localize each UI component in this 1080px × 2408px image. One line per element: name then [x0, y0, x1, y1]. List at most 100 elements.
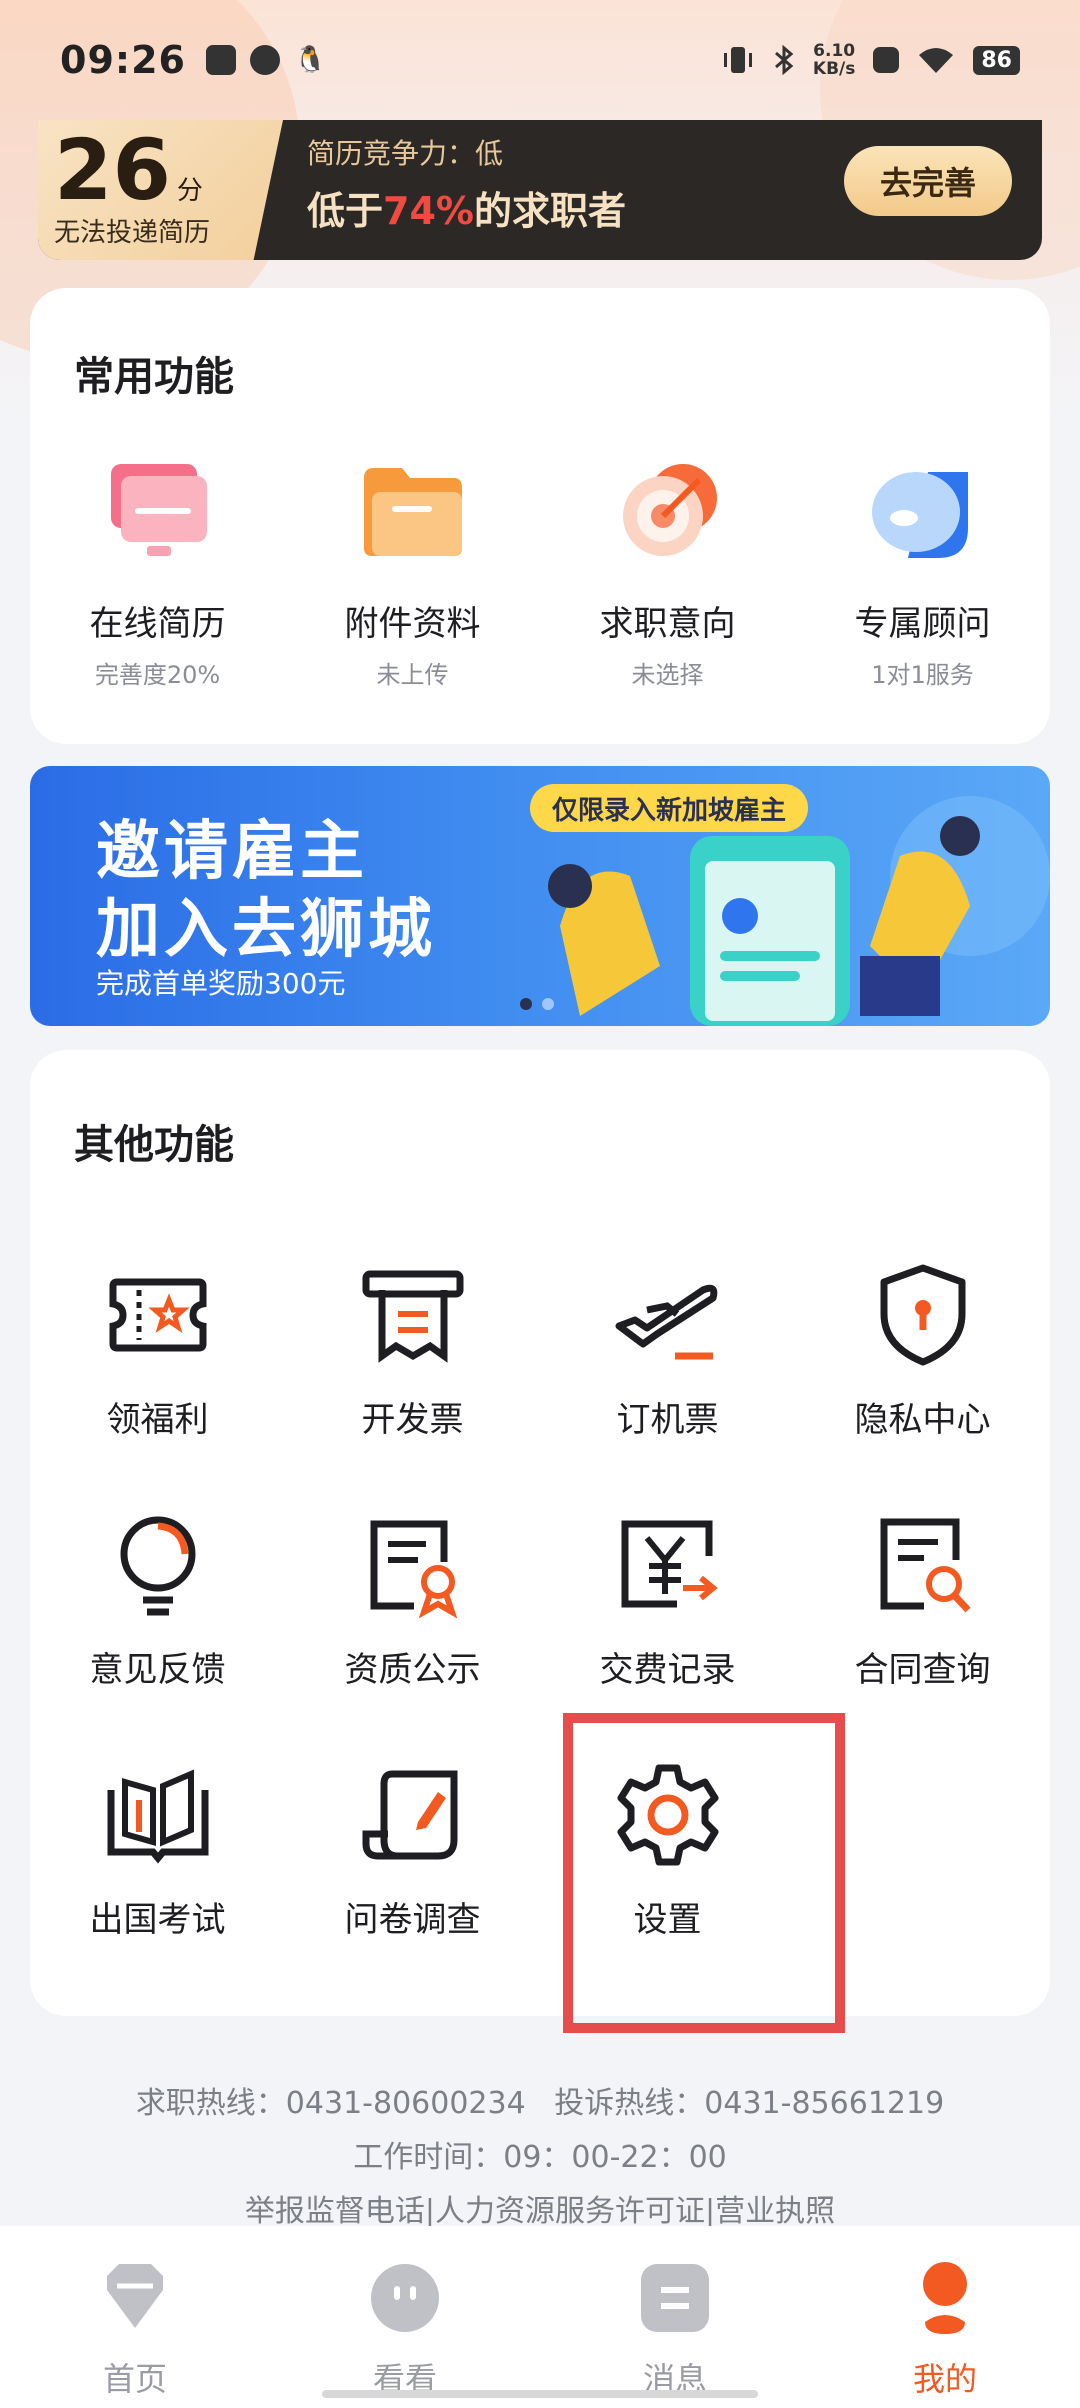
notification-icons: 🐧 — [205, 45, 327, 75]
score-unit: 分 — [176, 176, 203, 206]
competitiveness-suffix: 的求职者 — [473, 189, 626, 233]
ticket-icon — [109, 1278, 206, 1352]
net-speed-unit: KB/s — [812, 59, 856, 79]
bluetooth-icon — [774, 45, 794, 75]
airplane-icon — [615, 1284, 717, 1360]
nav-mine-label: 我的 — [912, 2360, 977, 2398]
score-box: 26 分 无法投递简历 — [38, 120, 283, 260]
common-item-sub: 1对1服务 — [871, 661, 974, 689]
footer-links: 举报监督电话|人力资源服务许可证|营业执照 — [244, 2194, 836, 2229]
other-item-label: 领福利 — [106, 1400, 209, 1440]
notification-q-icon — [249, 45, 280, 75]
other-item-label: 问卷调查 — [344, 1900, 481, 1940]
battery-level: 86 — [973, 45, 1020, 75]
profile-icon — [923, 2262, 967, 2334]
settings-highlight-box — [563, 1713, 845, 2033]
score-warning: 无法投递简历 — [54, 218, 211, 248]
nav-home-label: 首页 — [102, 2360, 167, 2398]
common-item-label: 附件资料 — [344, 604, 481, 644]
resume-icon — [110, 464, 207, 556]
common-item-label: 专属顾问 — [854, 604, 991, 644]
survey-icon — [362, 1770, 457, 1860]
invoice-icon — [362, 1270, 463, 1363]
other-item-label: 资质公示 — [344, 1650, 481, 1690]
home-indicator[interactable] — [322, 2390, 758, 2398]
wifi-icon — [919, 48, 954, 73]
nav-mine[interactable]: 我的 — [810, 2226, 1080, 2408]
invite-employer-banner[interactable]: 邀请雇主 加入去狮城 完成首单奖励300元 仅限录入新加坡雇主 — [30, 766, 1050, 1026]
business-license-link[interactable]: 营业执照 — [715, 2194, 835, 2229]
target-icon — [622, 464, 717, 556]
job-hotline[interactable]: 求职热线：0431-80600234 — [136, 2086, 526, 2121]
other-item-invoice[interactable]: 开发票 — [285, 1260, 540, 1510]
other-item-label: 出国考试 — [89, 1900, 226, 1940]
resume-score-banner[interactable]: 26 分 无法投递简历 简历竞争力：低 低于74%的求职者 去完善 — [38, 120, 1042, 260]
common-functions-card: 常用功能 在线简历 完善度20% 附件资料 未上传 求职意向 未选择 专属顾问 … — [30, 288, 1050, 744]
status-right: 6.10 KB/s 86 — [721, 42, 1020, 78]
contract-search-icon — [880, 1518, 971, 1613]
page: 09:26 🐧 6.10 KB/s 86 26分 无法投递简历 简历竞争力：低 — [0, 0, 1080, 2408]
common-item-sub: 未选择 — [631, 661, 704, 689]
net-speed-value: 6.10 — [813, 41, 856, 61]
chat-bubble-icon — [871, 472, 968, 558]
improve-resume-button[interactable]: 去完善 — [844, 146, 1012, 216]
bottom-nav: 首页 看看 消息 我的 — [0, 2226, 1080, 2408]
common-item-online-resume[interactable]: 在线简历 完善度20% — [30, 458, 285, 690]
report-phone-link[interactable]: 举报监督电话 — [245, 2194, 425, 2229]
status-time: 09:26 — [60, 38, 186, 82]
other-item-label: 意见反馈 — [89, 1650, 226, 1690]
net-speed: 6.10 KB/s — [813, 42, 855, 78]
other-functions-card: 其他功能 领福利 开发票 订机票 隐私中心 意见反馈 资质公示 交费记录 合同查… — [30, 1050, 1050, 2016]
promo-title-line2: 加入去狮城 — [96, 893, 436, 967]
common-item-advisor[interactable]: 专属顾问 1对1服务 — [795, 458, 1050, 690]
other-item-flight[interactable]: 订机票 — [540, 1260, 795, 1510]
other-functions-title: 其他功能 — [74, 1122, 234, 1168]
face-icon — [371, 2264, 439, 2332]
other-item-label: 订机票 — [616, 1400, 719, 1440]
other-item-benefits[interactable]: 领福利 — [30, 1260, 285, 1510]
common-item-sub: 未上传 — [376, 661, 449, 689]
book-icon — [107, 1769, 208, 1864]
carousel-dots — [520, 998, 554, 1010]
common-item-sub: 完善度20% — [94, 661, 221, 689]
nav-home[interactable]: 首页 — [0, 2226, 270, 2408]
common-item-attachments[interactable]: 附件资料 未上传 — [285, 458, 540, 690]
nav-watch[interactable]: 看看 — [270, 2226, 540, 2408]
common-item-label: 求职意向 — [599, 604, 736, 644]
sim-off-icon — [873, 47, 900, 73]
other-item-survey[interactable]: 问卷调查 — [285, 1760, 540, 2010]
other-item-privacy[interactable]: 隐私中心 — [795, 1260, 1050, 1510]
promo-subtitle: 完成首单奖励300元 — [96, 967, 346, 1000]
other-item-feedback[interactable]: 意见反馈 — [30, 1510, 285, 1760]
competitiveness-percent: 74% — [383, 189, 474, 233]
working-hours: 工作时间：09：00-22：00 — [353, 2140, 727, 2175]
complaint-hotline[interactable]: 投诉热线：0431-85661219 — [554, 2086, 944, 2121]
carousel-dot — [542, 998, 554, 1010]
shield-icon — [880, 1264, 965, 1366]
other-item-label: 合同查询 — [854, 1650, 991, 1690]
lightbulb-icon — [120, 1516, 195, 1616]
vibrate-icon — [723, 47, 752, 73]
payment-record-icon — [621, 1520, 718, 1608]
folder-icon — [363, 468, 462, 556]
other-item-label: 隐私中心 — [854, 1400, 991, 1440]
carousel-dot — [520, 998, 532, 1010]
certificate-icon — [370, 1520, 457, 1619]
notification-app-icon — [205, 45, 236, 75]
promo-tag: 仅限录入新加坡雇主 — [530, 784, 809, 832]
common-functions-title: 常用功能 — [74, 354, 234, 400]
common-item-label: 在线简历 — [89, 604, 226, 644]
other-item-label: 交费记录 — [599, 1650, 736, 1690]
other-item-qualification[interactable]: 资质公示 — [285, 1510, 540, 1760]
other-item-exam[interactable]: 出国考试 — [30, 1760, 285, 2010]
notification-penguin-icon: 🐧 — [293, 45, 327, 75]
nav-messages[interactable]: 消息 — [540, 2226, 810, 2408]
status-bar: 09:26 🐧 6.10 KB/s 86 — [0, 0, 1080, 120]
common-item-job-intent[interactable]: 求职意向 未选择 — [540, 458, 795, 690]
footer-hotlines: 求职热线：0431-80600234 投诉热线：0431-85661219 — [0, 2078, 1080, 2122]
competitiveness-prefix: 低于 — [307, 189, 384, 233]
home-icon — [107, 2264, 163, 2328]
hr-license-link[interactable]: 人力资源服务许可证 — [435, 2194, 705, 2229]
message-icon — [641, 2264, 709, 2332]
resume-score: 26 — [54, 121, 171, 219]
